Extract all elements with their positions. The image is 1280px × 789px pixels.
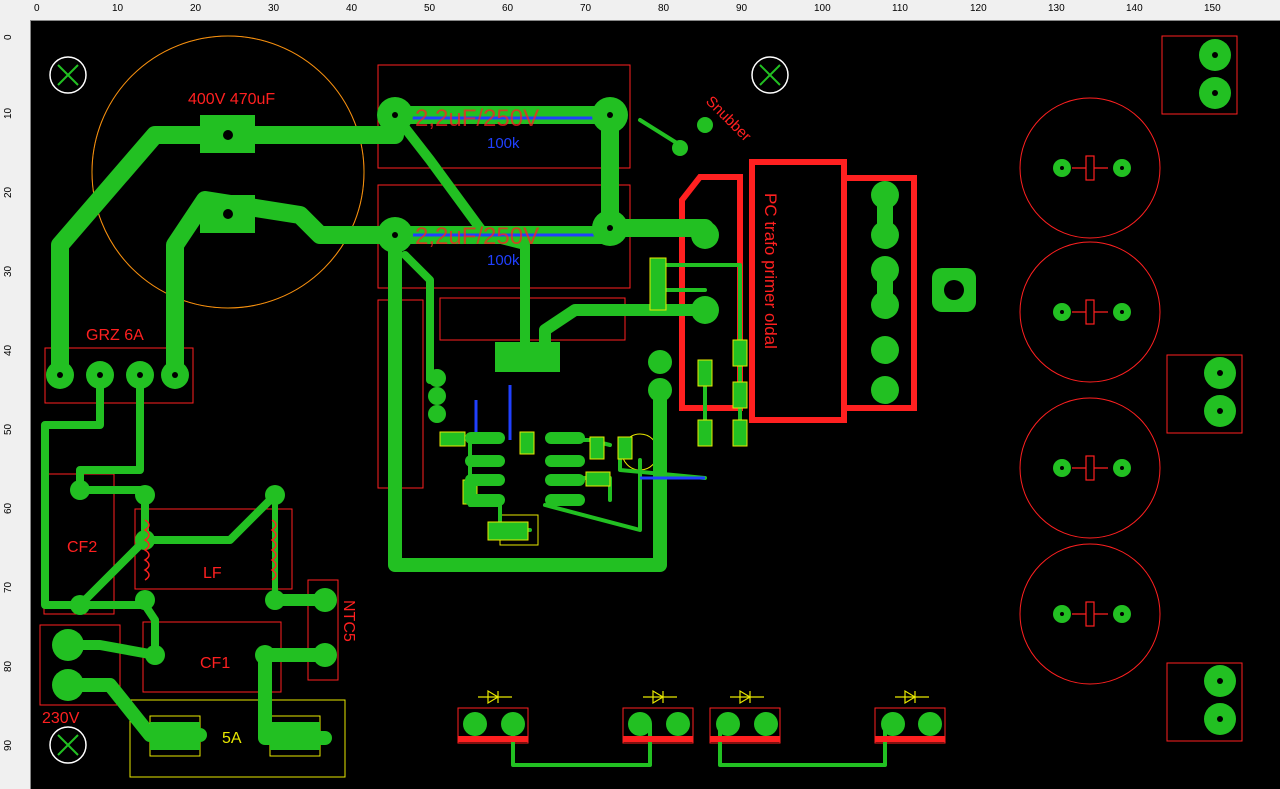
ruler-tick-label: 70 xyxy=(3,581,14,593)
ruler-tick-label: 40 xyxy=(346,3,358,14)
horizontal-ruler: 0 10 20 30 40 50 60 70 80 90 100 110 120 130 140 150 xyxy=(0,0,1280,21)
bridge-label: GRZ 6A xyxy=(86,327,144,344)
cf2-label: CF2 xyxy=(67,539,97,556)
ruler-tick-label: 30 xyxy=(3,265,14,277)
ruler-tick-label: 0 xyxy=(3,34,14,40)
fuse-label: 5A xyxy=(222,730,242,747)
vertical-ruler: 0 10 20 30 40 50 60 70 80 90 xyxy=(0,20,31,789)
cap-main-label: 400V 470uF xyxy=(188,91,275,108)
mounting-hole-icon xyxy=(49,56,87,94)
resistor-1-label: 100k xyxy=(487,135,520,152)
diode-bars xyxy=(458,736,945,742)
diode-symbols xyxy=(478,689,929,705)
ruler-tick-label: 80 xyxy=(658,3,670,14)
ruler-tick-label: 50 xyxy=(424,3,436,14)
cap-film-2-label: 2,2uF/250V xyxy=(415,223,539,250)
ruler-tick-label: 100 xyxy=(814,3,831,14)
component-outlines xyxy=(91,35,659,778)
ruler-tick-label: 70 xyxy=(580,3,592,14)
resistor-2-label: 100k xyxy=(487,252,520,269)
lf-label: LF xyxy=(203,565,222,582)
mounting-hole-icon xyxy=(751,56,789,94)
ruler-tick-label: 130 xyxy=(1048,3,1065,14)
ruler-tick-label: 150 xyxy=(1204,3,1221,14)
cf1-label: CF1 xyxy=(200,655,230,672)
ruler-tick-label: 10 xyxy=(3,107,14,119)
ruler-tick-label: 110 xyxy=(892,3,908,14)
cap-film-1-label: 2,2uF/250V xyxy=(415,105,539,132)
ruler-tick-label: 40 xyxy=(3,344,14,356)
electrolytic-symbols xyxy=(1072,155,1108,627)
ruler-tick-label: 60 xyxy=(3,502,14,514)
pcb-canvas[interactable]: 400V 470uF 2,2uF/250V 2,2uF/250V 100k 10… xyxy=(31,21,1280,789)
ruler-tick-label: 90 xyxy=(3,739,14,751)
ruler-tick-label: 80 xyxy=(3,660,14,672)
mounting-hole-icon xyxy=(49,726,87,764)
ruler-tick-label: 120 xyxy=(970,3,987,14)
ntc-label: NTC5 xyxy=(340,600,357,642)
mains-label: 230V xyxy=(42,710,80,727)
ruler-tick-label: 20 xyxy=(190,3,202,14)
ruler-tick-label: 140 xyxy=(1126,3,1143,14)
ruler-tick-label: 90 xyxy=(736,3,748,14)
ruler-tick-label: 0 xyxy=(34,3,40,14)
ruler-tick-label: 60 xyxy=(502,3,514,14)
transformer-label: PC trafo primer oldal xyxy=(761,193,780,349)
pads xyxy=(46,39,1236,750)
ruler-tick-label: 10 xyxy=(112,3,124,14)
ruler-tick-label: 20 xyxy=(3,186,14,198)
ruler-tick-label: 50 xyxy=(3,423,14,435)
ruler-tick-label: 30 xyxy=(268,3,280,14)
